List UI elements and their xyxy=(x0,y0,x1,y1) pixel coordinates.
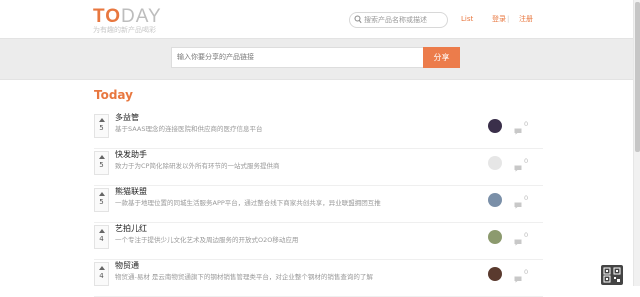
comment-icon xyxy=(514,128,522,135)
user-avatar[interactable] xyxy=(488,193,502,207)
upvote-button[interactable]: 5 xyxy=(94,151,109,175)
nav-list-link[interactable]: List xyxy=(461,14,473,24)
product-title[interactable]: 艺拍儿红 xyxy=(115,223,147,234)
product-title[interactable]: 熊猫联盟 xyxy=(115,186,147,197)
product-description: 一款基于地理位置的同城生活服务APP平台，通过整合线下商家共创共享，异业联盟拥团… xyxy=(115,199,381,207)
nav-separator: | xyxy=(507,15,510,23)
comment-count: 0 xyxy=(524,231,529,239)
nav-login-link[interactable]: 登录 xyxy=(492,14,506,24)
comment-button[interactable]: 0 xyxy=(514,157,528,176)
product-row[interactable]: 5 熊猫联盟一款基于地理位置的同城生活服务APP平台，通过整合线下商家共创共享，异… xyxy=(94,185,543,223)
comment-button[interactable]: 0 xyxy=(514,194,528,213)
product-row[interactable]: 5 快发助手致力于为CP简化除研发以外所有环节的一站式服务提供商 0 xyxy=(94,148,543,186)
upvote-button[interactable]: 5 xyxy=(94,188,109,212)
comment-icon xyxy=(514,239,522,246)
site-logo[interactable]: TODAY 为有趣的新产品喝彩 xyxy=(93,7,162,35)
qr-code-icon[interactable] xyxy=(601,265,623,285)
search-icon xyxy=(354,15,362,24)
product-row[interactable]: 4 艺拍儿红一个专注于提供少儿文化艺术及周边服务的开放式O2O移动应用 0 xyxy=(94,222,543,260)
vote-count: 5 xyxy=(99,198,104,206)
upvote-arrow-icon xyxy=(98,155,105,159)
share-url-placeholder: 输入你要分享的产品链接 xyxy=(177,53,254,61)
site-header: TODAY 为有趣的新产品喝彩 搜索产品名称或描述 List 登录 | 注册 xyxy=(0,0,640,38)
upvote-button[interactable]: 4 xyxy=(94,262,109,286)
upvote-arrow-icon xyxy=(98,266,105,270)
share-url-input[interactable]: 输入你要分享的产品链接 xyxy=(171,47,425,68)
product-title[interactable]: 物贸通 xyxy=(115,260,139,271)
comment-count: 0 xyxy=(524,268,529,276)
vote-count: 5 xyxy=(99,161,104,169)
comment-button[interactable]: 0 xyxy=(514,231,528,250)
page-scrollbar[interactable] xyxy=(633,0,640,286)
upvote-arrow-icon xyxy=(98,118,105,122)
product-description: 物贸通-易材 是云南物贸通旗下的钢材销售管理类平台，对企业整个钢材的销售查询的了… xyxy=(115,273,373,281)
nav-register-link[interactable]: 注册 xyxy=(519,14,533,24)
share-button[interactable]: 分享 xyxy=(423,47,460,68)
search-placeholder: 搜索产品名称或描述 xyxy=(364,16,427,24)
vote-count: 4 xyxy=(99,235,104,243)
comment-count: 0 xyxy=(524,120,529,128)
user-avatar[interactable] xyxy=(488,267,502,281)
comment-icon xyxy=(514,276,522,283)
user-avatar[interactable] xyxy=(488,156,502,170)
vote-count: 4 xyxy=(99,272,104,280)
product-title[interactable]: 快发助手 xyxy=(115,149,147,160)
comment-icon xyxy=(514,202,522,209)
logo-wordmark: TODAY xyxy=(93,6,162,27)
comment-icon xyxy=(514,165,522,172)
scrollbar-thumb[interactable] xyxy=(635,2,640,152)
upvote-arrow-icon xyxy=(98,229,105,233)
vote-count: 5 xyxy=(99,124,104,132)
comment-count: 0 xyxy=(524,157,529,165)
product-description: 一个专注于提供少儿文化艺术及周边服务的开放式O2O移动应用 xyxy=(115,236,299,244)
upvote-button[interactable]: 4 xyxy=(94,225,109,249)
user-avatar[interactable] xyxy=(488,230,502,244)
product-description: 致力于为CP简化除研发以外所有环节的一站式服务提供商 xyxy=(115,162,280,170)
search-input[interactable]: 搜索产品名称或描述 xyxy=(349,12,448,28)
product-title[interactable]: 多益管 xyxy=(115,112,139,123)
section-title: Today xyxy=(94,88,133,102)
user-avatar[interactable] xyxy=(488,119,502,133)
logo-subtitle: 为有趣的新产品喝彩 xyxy=(93,26,156,34)
upvote-button[interactable]: 5 xyxy=(94,114,109,138)
comment-button[interactable]: 0 xyxy=(514,120,528,139)
product-row[interactable]: 5 多益管基于SAAS理念的连接医院和供应商的医疗信息平台 0 xyxy=(94,111,543,149)
product-description: 基于SAAS理念的连接医院和供应商的医疗信息平台 xyxy=(115,125,263,133)
upvote-arrow-icon xyxy=(98,192,105,196)
comment-count: 0 xyxy=(524,194,529,202)
product-row[interactable]: 4 物贸通物贸通-易材 是云南物贸通旗下的钢材销售管理类平台，对企业整个钢材的销售… xyxy=(94,259,543,297)
comment-button[interactable]: 0 xyxy=(514,268,528,287)
